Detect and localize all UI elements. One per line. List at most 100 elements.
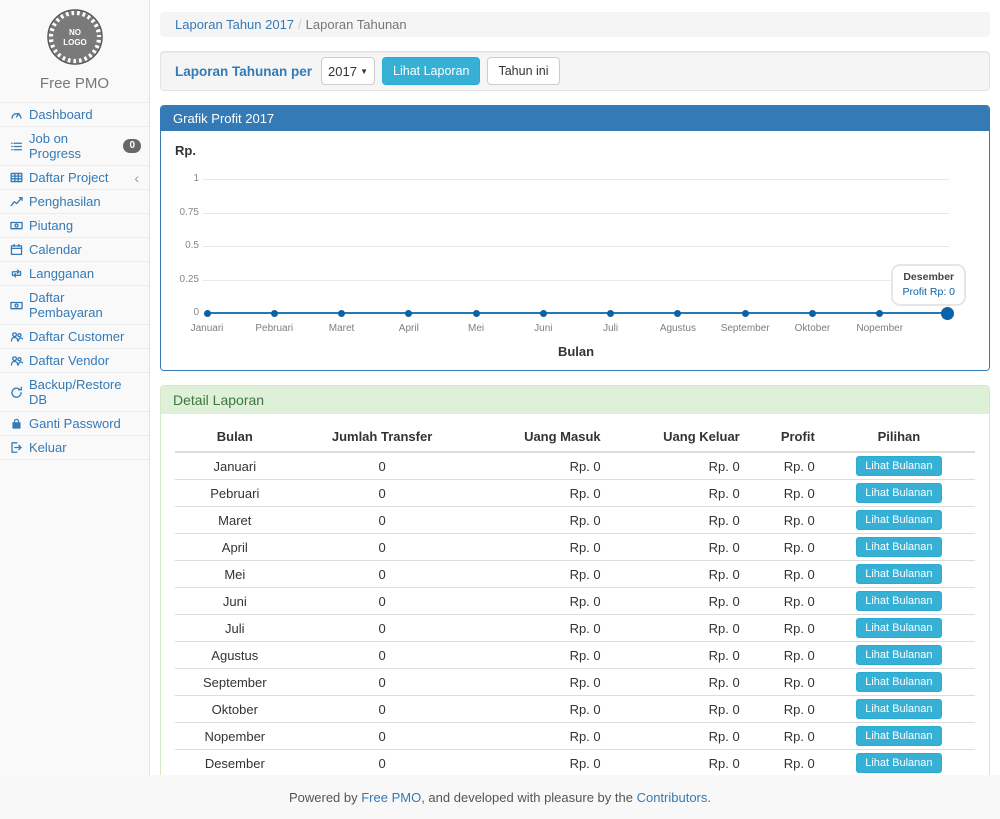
sidebar-item-daftar-vendor[interactable]: Daftar Vendor (0, 349, 149, 373)
table-row: April0Rp. 0Rp. 0Rp. 0Lihat Bulanan (175, 534, 975, 561)
cell-pilihan: Lihat Bulanan (823, 615, 975, 642)
detail-table-wrap: BulanJumlah TransferUang MasukUang Kelua… (161, 414, 989, 816)
column-header-pilihan: Pilihan (823, 422, 975, 452)
sidebar-item-daftar-customer[interactable]: Daftar Customer (0, 325, 149, 349)
sidebar-item-label: Keluar (29, 440, 67, 455)
sidebar-item-label: Daftar Vendor (29, 353, 109, 368)
cell-bulan: September (175, 669, 295, 696)
lihat-bulanan-button[interactable]: Lihat Bulanan (856, 645, 941, 665)
cell-jumlah-transfer: 0 (295, 669, 470, 696)
data-point-april (405, 310, 412, 317)
cell-profit: Rp. 0 (748, 507, 823, 534)
sidebar-item-label: Daftar Project (29, 170, 108, 185)
sidebar-item-keluar[interactable]: Keluar (0, 436, 149, 460)
no-logo-badge: NO LOGO (46, 8, 104, 66)
profit-line-chart: Rp. 10.750.50.250JanuariPebruariMaretApr… (161, 131, 989, 370)
footer-link-free-pmo[interactable]: Free PMO (361, 790, 421, 805)
tahun-ini-button[interactable]: Tahun ini (487, 57, 559, 85)
lihat-bulanan-button[interactable]: Lihat Bulanan (856, 510, 941, 530)
sidebar-item-label: Daftar Customer (29, 329, 124, 344)
detail-table-body: Januari0Rp. 0Rp. 0Rp. 0Lihat BulananPebr… (175, 452, 975, 802)
cell-jumlah-transfer: 0 (295, 534, 470, 561)
y-tick-label: 0 (161, 307, 199, 318)
lihat-bulanan-button[interactable]: Lihat Bulanan (856, 537, 941, 557)
lihat-bulanan-button[interactable]: Lihat Bulanan (856, 753, 941, 773)
cell-bulan: April (175, 534, 295, 561)
svg-text:NO: NO (69, 28, 81, 37)
column-header-bulan: Bulan (175, 422, 295, 452)
retweet-icon (9, 267, 23, 281)
sidebar-item-dashboard[interactable]: Dashboard (0, 103, 149, 127)
sidebar-item-daftar-project[interactable]: Daftar Project‹ (0, 166, 149, 190)
lihat-bulanan-button[interactable]: Lihat Bulanan (856, 456, 941, 476)
data-point-pebruari (271, 310, 278, 317)
sidebar-item-backup-restore-db[interactable]: Backup/Restore DB (0, 373, 149, 412)
y-tick-label: 1 (161, 173, 199, 184)
sidebar-nav: Dashboard Job on Progress 0 Daftar Project‹… (0, 102, 149, 460)
cell-profit: Rp. 0 (748, 534, 823, 561)
cell-uang-masuk: Rp. 0 (470, 696, 609, 723)
x-tick-label: Maret (307, 323, 377, 334)
lihat-laporan-button[interactable]: Lihat Laporan (382, 57, 480, 85)
lihat-bulanan-button[interactable]: Lihat Bulanan (856, 672, 941, 692)
cell-pilihan: Lihat Bulanan (823, 588, 975, 615)
cell-uang-keluar: Rp. 0 (609, 588, 748, 615)
cell-bulan: Juli (175, 615, 295, 642)
cell-uang-keluar: Rp. 0 (609, 696, 748, 723)
lihat-bulanan-button[interactable]: Lihat Bulanan (856, 483, 941, 503)
sidebar-item-ganti-password[interactable]: Ganti Password (0, 412, 149, 436)
data-point-juni (540, 310, 547, 317)
sidebar-item-label: Job on Progress (29, 131, 117, 161)
table-row: Mei0Rp. 0Rp. 0Rp. 0Lihat Bulanan (175, 561, 975, 588)
x-tick-label: Nopember (845, 323, 915, 334)
count-badge: 0 (123, 139, 141, 153)
sidebar-item-calendar[interactable]: Calendar (0, 238, 149, 262)
x-tick-label: September (710, 323, 780, 334)
breadcrumb-link-laporan-tahun[interactable]: Laporan Tahun 2017 (175, 17, 294, 32)
sidebar-item-daftar-pembayaran[interactable]: Daftar Pembayaran (0, 286, 149, 325)
signout-icon (9, 441, 23, 455)
cell-jumlah-transfer: 0 (295, 615, 470, 642)
cell-pilihan: Lihat Bulanan (823, 507, 975, 534)
cell-bulan: Oktober (175, 696, 295, 723)
money-icon (9, 219, 23, 233)
year-select-value: 2017 (328, 64, 357, 79)
lock-icon (9, 417, 23, 431)
cell-pilihan: Lihat Bulanan (823, 452, 975, 480)
tooltip-value: Profit Rp: 0 (902, 285, 955, 300)
x-tick-label: Agustus (643, 323, 713, 334)
chart-x-axis-label: Bulan (203, 344, 949, 359)
table-row: Juni0Rp. 0Rp. 0Rp. 0Lihat Bulanan (175, 588, 975, 615)
lihat-bulanan-button[interactable]: Lihat Bulanan (856, 699, 941, 719)
cell-bulan: Juni (175, 588, 295, 615)
lihat-bulanan-button[interactable]: Lihat Bulanan (856, 591, 941, 611)
footer-link-contributors[interactable]: Contributors (637, 790, 708, 805)
calendar-icon (9, 243, 23, 257)
cell-profit: Rp. 0 (748, 615, 823, 642)
detail-table: BulanJumlah TransferUang MasukUang Kelua… (175, 422, 975, 802)
table-row: Pebruari0Rp. 0Rp. 0Rp. 0Lihat Bulanan (175, 480, 975, 507)
cell-uang-keluar: Rp. 0 (609, 669, 748, 696)
cell-jumlah-transfer: 0 (295, 561, 470, 588)
sidebar-item-job-on-progress[interactable]: Job on Progress 0 (0, 127, 149, 166)
lihat-bulanan-button[interactable]: Lihat Bulanan (856, 726, 941, 746)
sidebar-item-penghasilan[interactable]: Penghasilan (0, 190, 149, 214)
cell-uang-masuk: Rp. 0 (470, 615, 609, 642)
cell-bulan: Desember (175, 750, 295, 777)
brand-block: NO LOGO Free PMO (0, 0, 149, 92)
lihat-bulanan-button[interactable]: Lihat Bulanan (856, 564, 941, 584)
breadcrumb-current: Laporan Tahunan (306, 17, 407, 32)
data-point-oktober (809, 310, 816, 317)
cell-uang-masuk: Rp. 0 (470, 750, 609, 777)
sidebar-item-langganan[interactable]: Langganan (0, 262, 149, 286)
page-footer: Powered by Free PMO, and developed with … (0, 775, 1000, 819)
cell-uang-keluar: Rp. 0 (609, 642, 748, 669)
sidebar-item-piutang[interactable]: Piutang (0, 214, 149, 238)
column-header-uang-keluar: Uang Keluar (609, 422, 748, 452)
cell-bulan: Maret (175, 507, 295, 534)
sidebar: NO LOGO Free PMO DashboardJob on Progres… (0, 0, 150, 775)
year-select[interactable]: 2017 ▼ (321, 57, 375, 85)
cell-profit: Rp. 0 (748, 561, 823, 588)
dashboard-icon (9, 108, 23, 122)
lihat-bulanan-button[interactable]: Lihat Bulanan (856, 618, 941, 638)
